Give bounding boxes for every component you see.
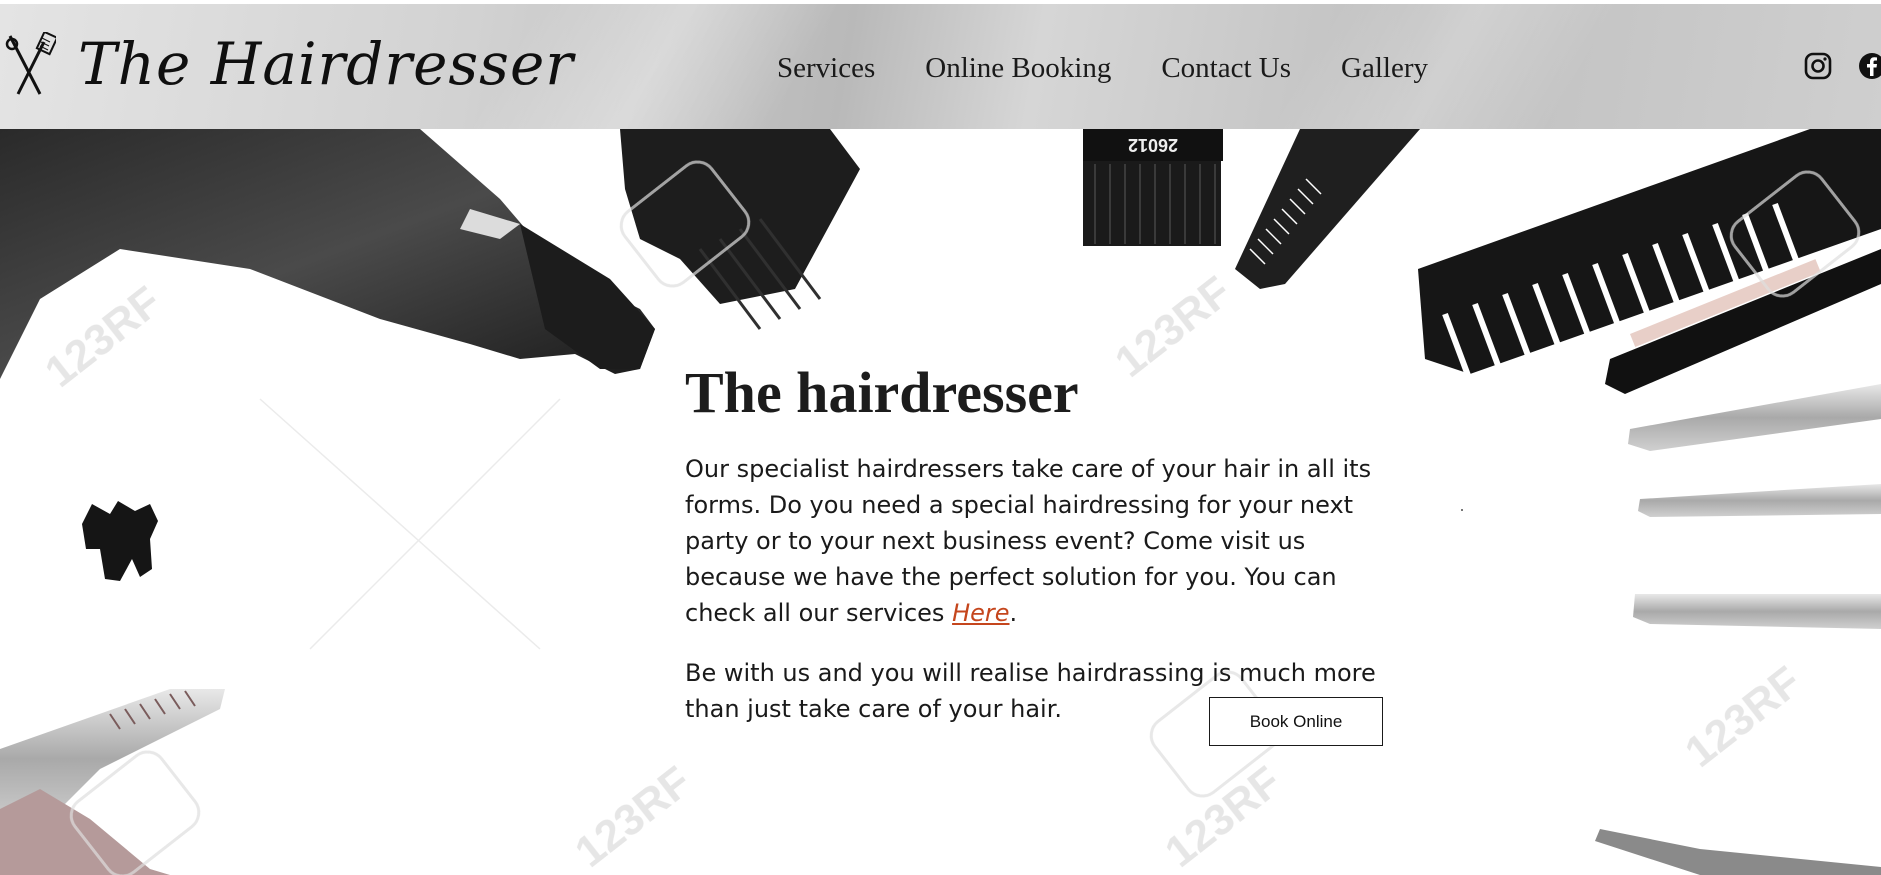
hero-content: The hairdresser — [685, 360, 1385, 426]
intro-text-end: . — [1009, 599, 1018, 627]
book-online-button[interactable]: Book Online — [1209, 697, 1383, 746]
scissors-comb-logo-icon[interactable] — [4, 32, 56, 98]
facebook-icon[interactable] — [1858, 52, 1881, 80]
nav-gallery[interactable]: Gallery — [1341, 52, 1428, 85]
intro-text: Our specialist hairdressers take care of… — [685, 455, 1372, 627]
stray-dot — [1461, 509, 1463, 511]
services-here-link[interactable]: Here — [952, 599, 1009, 627]
svg-text:123RF: 123RF — [36, 277, 170, 397]
svg-text:123RF: 123RF — [566, 757, 700, 875]
nav-online-booking[interactable]: Online Booking — [925, 52, 1111, 85]
site-header: The Hairdresser Services Online Booking … — [0, 4, 1881, 129]
main-nav: Services Online Booking Contact Us Galle… — [777, 52, 1478, 85]
nav-services[interactable]: Services — [777, 52, 875, 85]
instagram-icon[interactable] — [1804, 52, 1832, 80]
intro-paragraph: Our specialist hairdressers take care of… — [685, 451, 1385, 631]
svg-text:123RF: 123RF — [1676, 657, 1810, 777]
svg-text:26012: 26012 — [1128, 135, 1178, 155]
site-logo-text[interactable]: The Hairdresser — [78, 30, 574, 98]
nav-contact-us[interactable]: Contact Us — [1161, 52, 1291, 85]
hero-title: The hairdresser — [685, 360, 1079, 425]
